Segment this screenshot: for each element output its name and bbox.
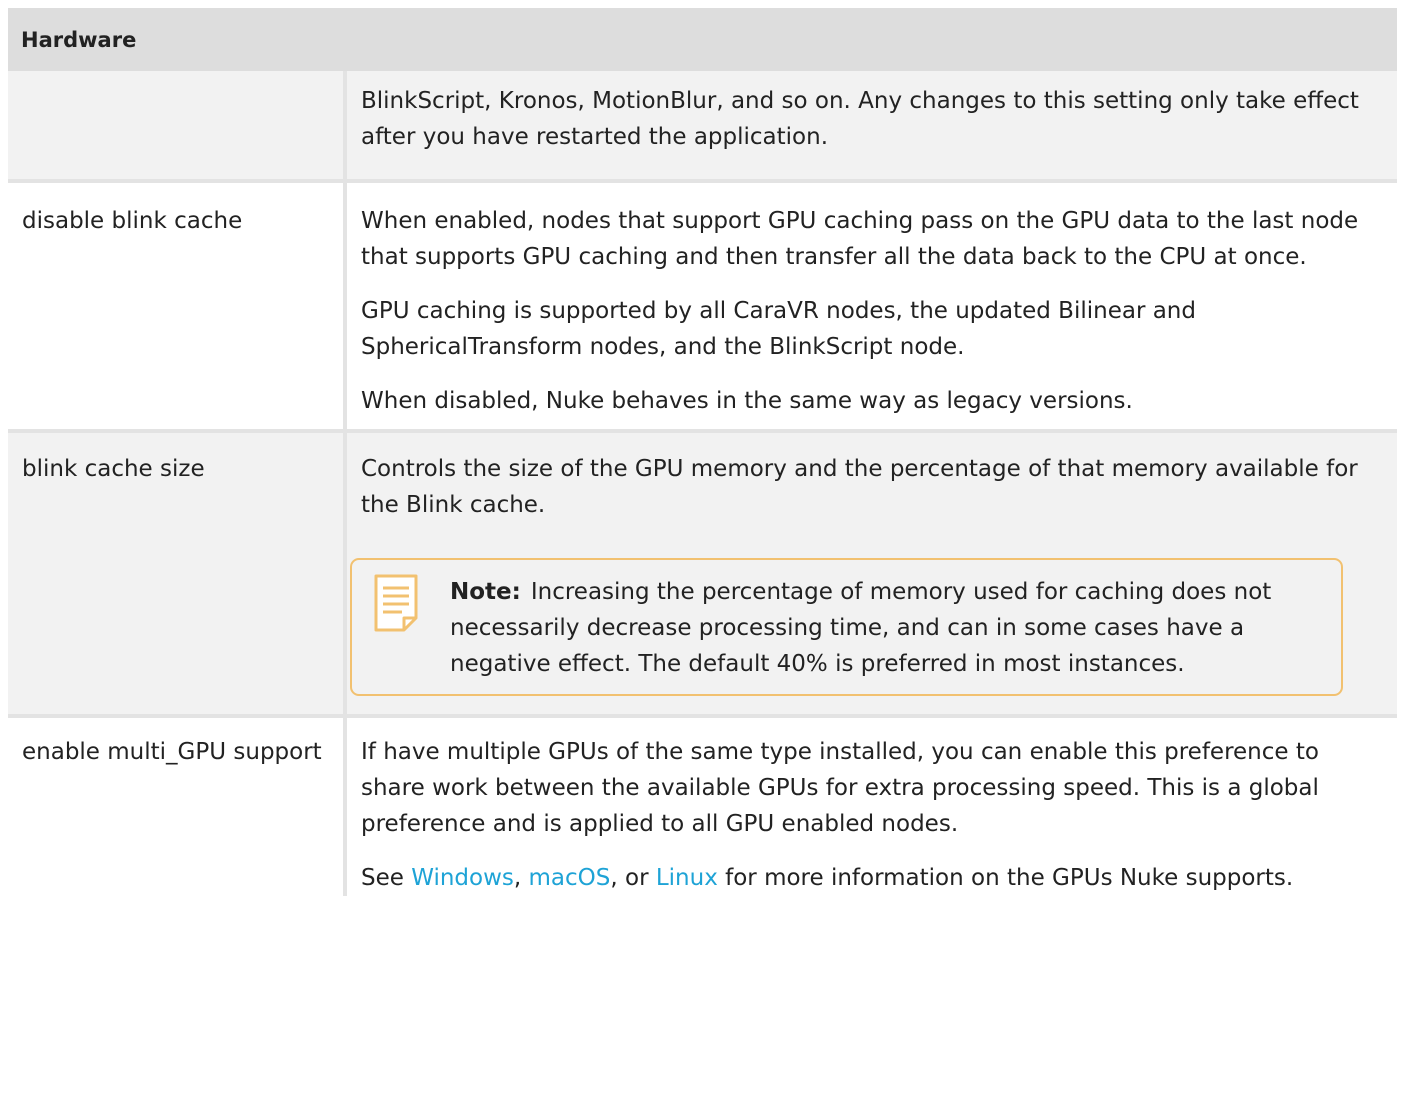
description-paragraph: If have multiple GPUs of the same type i… (361, 739, 1319, 837)
preference-description: When enabled, nodes that support GPU cac… (345, 181, 1397, 433)
preference-name: blink cache size (8, 431, 347, 718)
preferences-table: Hardware BlinkScript, Kronos, MotionBlur… (8, 8, 1397, 896)
table-row: BlinkScript, Kronos, MotionBlur, and so … (8, 71, 1397, 183)
links-separator: , (513, 865, 529, 891)
macos-link[interactable]: macOS (529, 865, 611, 891)
note-label: Note: (450, 579, 521, 605)
preference-description: If have multiple GPUs of the same type i… (345, 716, 1397, 896)
table-row: blink cache size Controls the size of th… (8, 431, 1397, 718)
table-header: Hardware (8, 8, 1397, 71)
note-icon (374, 574, 418, 632)
note-body: Note: Increasing the percentage of memory… (450, 574, 1325, 682)
preference-name: enable multi_GPU support (8, 716, 347, 896)
description-paragraph: GPU caching is supported by all CaraVR n… (361, 298, 1196, 360)
page: Hardware BlinkScript, Kronos, MotionBlur… (0, 0, 1401, 1100)
linux-link[interactable]: Linux (656, 865, 718, 891)
windows-link[interactable]: Windows (411, 865, 514, 891)
links-paragraph: See Windows, macOS, or Linux for more in… (361, 860, 1383, 896)
preference-description: BlinkScript, Kronos, MotionBlur, and so … (345, 71, 1397, 183)
note-text: Increasing the percentage of memory used… (450, 579, 1272, 677)
note-callout: Note: Increasing the percentage of memory… (350, 558, 1343, 696)
preference-description: Controls the size of the GPU memory and … (345, 431, 1397, 718)
preference-name (8, 71, 347, 183)
description-paragraph: When enabled, nodes that support GPU cac… (361, 208, 1359, 270)
links-prefix: See (361, 865, 412, 891)
table-row: disable blink cache When enabled, nodes … (8, 181, 1397, 433)
description-paragraph: BlinkScript, Kronos, MotionBlur, and so … (361, 88, 1359, 150)
preference-name: disable blink cache (8, 181, 347, 433)
links-suffix: for more information on the GPUs Nuke su… (717, 865, 1294, 891)
description-paragraph: When disabled, Nuke behaves in the same … (361, 388, 1133, 414)
table-row: enable multi_GPU support If have multipl… (8, 716, 1397, 896)
description-paragraph: Controls the size of the GPU memory and … (361, 456, 1358, 518)
links-separator: , or (610, 865, 656, 891)
